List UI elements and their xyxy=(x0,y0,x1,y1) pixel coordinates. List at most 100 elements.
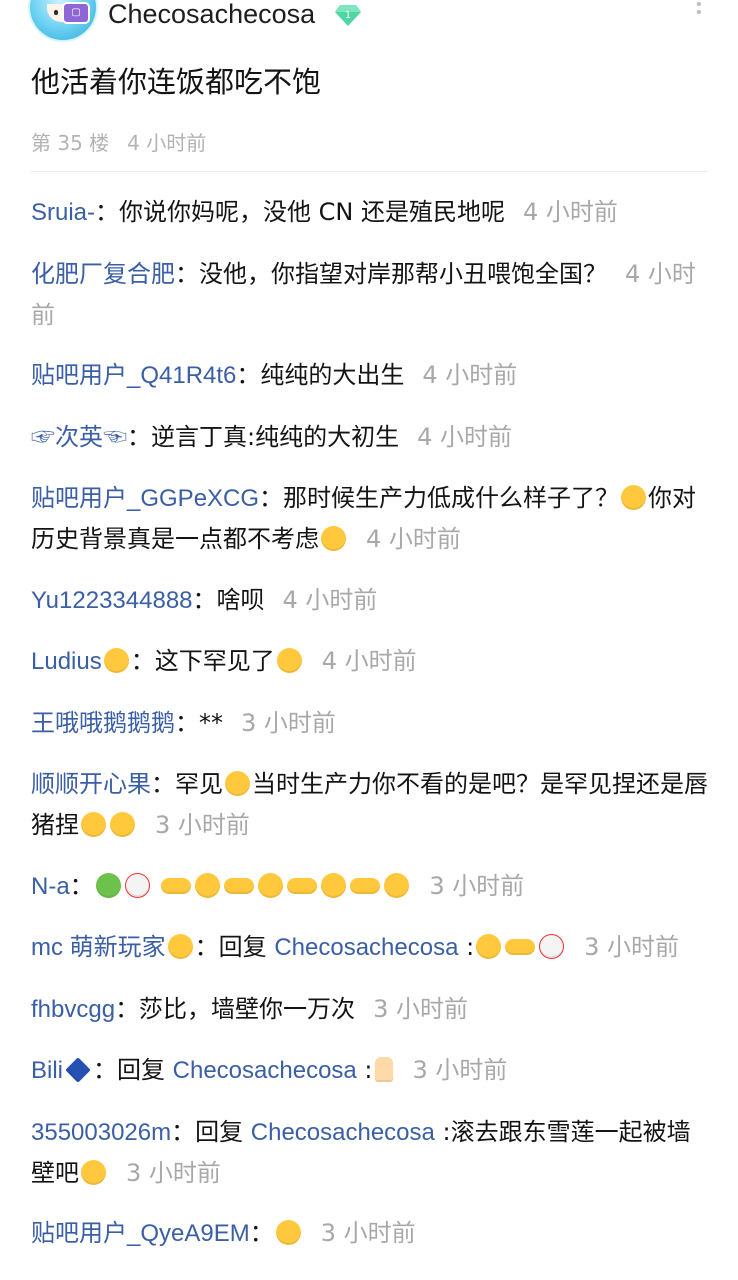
hug-emoji-icon xyxy=(276,648,302,673)
reply-author[interactable]: Ludius xyxy=(31,648,102,675)
reply-text: ： xyxy=(69,871,94,900)
reply-text: ：莎比，墙壁你一万次 xyxy=(115,994,356,1023)
reply-author[interactable]: fhbvcgg xyxy=(31,996,115,1023)
post-header: ▢ Checosachecosa 1 xyxy=(0,0,738,50)
reply-author[interactable]: 王哦哦鹅鹅鹅 xyxy=(31,710,175,737)
reply-text: ：纯纯的大出生 xyxy=(236,361,405,389)
reply-text: ：你说你妈呢，没他 CN 还是殖民地呢 xyxy=(95,198,505,226)
squint-laugh-emoji-icon xyxy=(258,872,284,898)
mention-link[interactable]: Checosachecosa xyxy=(251,1119,435,1146)
pointing-hand-icon xyxy=(350,877,381,894)
reply-time: 4 小时前 xyxy=(523,198,618,226)
pointing-hand-icon xyxy=(287,877,318,894)
reply-text: ：回复 xyxy=(93,1056,173,1084)
reply-author[interactable]: 355003026m xyxy=(31,1119,171,1146)
reply-item[interactable]: mc 萌新玩家 ：回复 Checosachecosa : 3 小时前 xyxy=(31,927,709,968)
more-options-icon[interactable] xyxy=(690,0,708,16)
pointing-hand-icon xyxy=(161,877,192,894)
yum-emoji-icon xyxy=(81,812,106,837)
smirk-emoji-icon xyxy=(275,1220,301,1245)
reply-text: ：回复 xyxy=(171,1117,251,1146)
reply-time: 3 小时前 xyxy=(241,708,336,737)
reply-author[interactable]: Sruia- xyxy=(31,199,95,226)
pointing-hand-icon xyxy=(224,877,255,894)
reply-text: ：逆言丁真:纯纯的大初生 xyxy=(127,422,400,451)
divider xyxy=(31,171,708,172)
reply-time: 3 小时前 xyxy=(412,1056,508,1084)
reply-text: ：这下罕见了 xyxy=(130,647,275,675)
floor-number: 第 35 楼 xyxy=(31,131,110,155)
pointing-hand-icon xyxy=(505,939,536,955)
user-avatar[interactable]: ▢ xyxy=(28,0,98,42)
reply-item[interactable]: Bili ：回复 Checosachecosa : 3 小时前 xyxy=(31,1050,709,1091)
grin-emoji-icon xyxy=(167,934,193,959)
reply-author[interactable]: Bili xyxy=(31,1057,63,1084)
reply-author[interactable]: Yu1223344888 xyxy=(31,587,193,614)
reply-item[interactable]: 王哦哦鹅鹅鹅：** 3 小时前 xyxy=(31,703,709,744)
rofl-emoji-icon xyxy=(476,934,502,959)
reply-author[interactable]: 贴吧用户_QyeA9EM xyxy=(31,1220,250,1247)
reply-time: 3 小时前 xyxy=(373,994,468,1023)
reply-text: ：罕见 xyxy=(151,770,223,798)
monocle-emoji-icon xyxy=(384,872,410,898)
kiss-emoji-icon xyxy=(225,771,250,796)
reply-item[interactable]: 化肥厂复合肥：没他，你指望对岸那帮小丑喂饱全国？ 4 小时前 xyxy=(31,254,709,335)
laughing-tears-emoji-icon xyxy=(195,872,221,898)
reply-author[interactable]: mc 萌新玩家 xyxy=(31,934,166,961)
reply-text: ： xyxy=(249,1219,274,1247)
reply-author[interactable]: N-a xyxy=(31,873,70,900)
reply-author[interactable]: 顺顺开心果 xyxy=(31,771,151,798)
reply-time: 3 小时前 xyxy=(126,1158,221,1187)
reply-item[interactable]: Ludius ：这下罕见了 4 小时前 xyxy=(31,641,709,682)
reply-item[interactable]: 顺顺开心果：罕见 当时生产力你不看的是吧？是罕见捏还是唇猪捏 3 小时前 xyxy=(31,764,709,845)
reply-item[interactable]: 贴吧用户_Q41R4t6：纯纯的大出生 4 小时前 xyxy=(31,355,709,396)
reply-time: 3 小时前 xyxy=(320,1219,416,1247)
reply-time: 4 小时前 xyxy=(417,422,512,451)
avatar-badge-icon: ▢ xyxy=(62,2,90,24)
reply-text: ：啥呗 xyxy=(192,585,265,614)
reply-time: 3 小时前 xyxy=(155,811,250,839)
post-content: 他活着你连饭都吃不饱 xyxy=(31,65,322,99)
reply-time: 4 小时前 xyxy=(422,361,518,389)
avatar-eye xyxy=(54,10,58,15)
reply-text: ：没他，你指望对岸那帮小丑喂饱全国？ xyxy=(175,259,607,288)
clown-emoji-icon xyxy=(124,872,150,898)
reply-item[interactable]: fhbvcgg：莎比，墙壁你一万次 3 小时前 xyxy=(31,989,709,1030)
reply-time: 3 小时前 xyxy=(429,871,525,900)
astonished-emoji-icon xyxy=(621,485,647,510)
reply-author[interactable]: 化肥厂复合肥 xyxy=(31,261,175,288)
blue-diamond-icon xyxy=(65,1057,91,1083)
frog-emoji-icon xyxy=(95,872,121,898)
svg-text:1: 1 xyxy=(345,10,351,21)
post-meta: 第 35 楼 4 小时前 xyxy=(31,128,224,158)
reply-author[interactable]: 贴吧用户_Q41R4t6 xyxy=(31,362,236,389)
reply-item[interactable]: ☞次英☜：逆言丁真:纯纯的大初生 4 小时前 xyxy=(31,417,709,458)
mention-link[interactable]: Checosachecosa xyxy=(173,1057,357,1084)
reply-item[interactable]: N-a： 3 小时前 xyxy=(31,866,709,907)
reply-item[interactable]: Sruia-：你说你妈呢，没他 CN 还是殖民地呢 4 小时前 xyxy=(31,192,709,233)
reply-time: 4 小时前 xyxy=(282,585,378,614)
post-time: 4 小时前 xyxy=(127,131,207,155)
grin-emoji-icon xyxy=(103,648,129,673)
reply-list: Sruia-：你说你妈呢，没他 CN 还是殖民地呢 4 小时前 化肥厂复合肥：没他… xyxy=(31,192,709,1275)
astonished-emoji-icon xyxy=(81,1159,106,1185)
reply-text: ：** xyxy=(175,708,223,737)
reply-time: 4 小时前 xyxy=(366,525,461,553)
reply-text: ：那时候生产力低成什么样子了？ xyxy=(259,484,620,512)
sweat-smile-emoji-icon xyxy=(321,872,347,898)
reply-text: ：回复 xyxy=(194,933,275,961)
mention-link[interactable]: Checosachecosa xyxy=(274,934,458,961)
reply-text-continued: : xyxy=(356,1056,373,1084)
reply-item[interactable]: 355003026m：回复 Checosachecosa :滚去跟东雪莲一起被墙… xyxy=(31,1112,709,1193)
reply-item[interactable]: 贴吧用户_GGPeXCG：那时候生产力低成什么样子了？ 你对历史背景真是一点都不考… xyxy=(31,478,709,559)
reply-item[interactable]: Yu1223344888：啥呗 4 小时前 xyxy=(31,580,709,621)
reply-time: 4 小时前 xyxy=(321,647,417,675)
middle-finger-icon xyxy=(374,1057,393,1082)
reply-author[interactable]: 贴吧用户_GGPeXCG xyxy=(31,485,259,512)
reply-item[interactable]: 贴吧用户_QyeA9EM： 3 小时前 xyxy=(31,1213,709,1254)
clown-emoji-icon xyxy=(539,934,565,959)
reply-text-continued: : xyxy=(458,933,475,961)
angry-emoji-icon xyxy=(321,526,346,551)
reply-author[interactable]: ☞次英☜ xyxy=(31,424,127,451)
post-username[interactable]: Checosachecosa xyxy=(108,0,315,31)
